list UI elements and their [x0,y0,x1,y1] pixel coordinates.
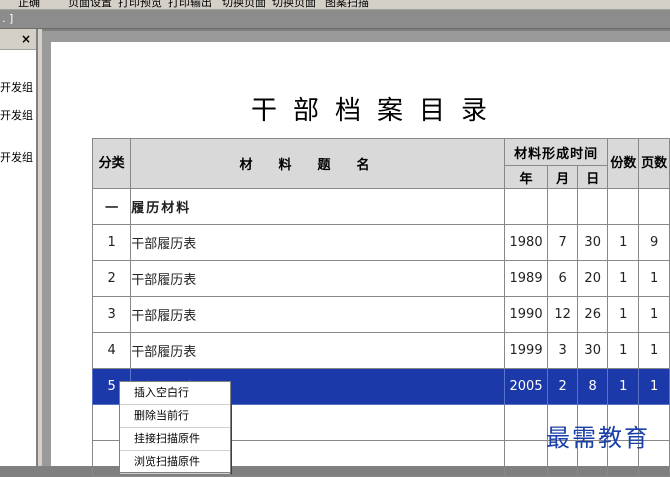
sidebar-item-dev-group[interactable]: 开发组 [0,79,36,95]
row-day[interactable]: 8 [576,368,609,405]
table-cell[interactable] [503,188,549,225]
header-year: 年 [503,165,549,189]
row-title[interactable]: 干部履历表 [130,332,505,369]
top-toolbar: 正确 页面设置 打印预览 打印输出 切换页面 切换页面 图案扫描 [0,0,670,10]
toolbar-item-print-preview[interactable]: 打印预览 [118,0,162,9]
context-menu: 插入空白行 删除当前行 挂接扫描原件 浏览扫描原件 [119,381,231,474]
row-day[interactable]: 30 [576,332,609,369]
menu-item-insert-blank-row[interactable]: 插入空白行 [120,382,230,405]
row-pages[interactable]: 1 [638,296,670,333]
table-row[interactable]: 2 干部履历表 1989 6 20 1 1 [91,260,670,297]
header-pages: 页数 [638,138,670,189]
row-month[interactable]: 12 [547,296,578,333]
toolbar-item-print-output[interactable]: 打印输出 [168,0,212,9]
row-year[interactable]: 1990 [503,296,549,333]
table-cell[interactable] [576,188,609,225]
row-no: 2 [91,260,132,297]
row-copies[interactable]: 1 [607,224,640,261]
row-copies[interactable]: 1 [607,260,640,297]
section-row[interactable]: 一 履历材料 [91,188,670,225]
row-year[interactable]: 2005 [503,368,549,405]
row-month[interactable]: 2 [547,368,578,405]
row-year[interactable]: 1989 [503,260,549,297]
page-title: 干部档案目录 [251,96,504,126]
row-year[interactable]: 1980 [503,224,549,261]
toolbar-item-scan[interactable]: 图案扫描 [325,0,369,9]
row-day[interactable]: 20 [576,260,609,297]
toolbar-item-switch-page-2[interactable]: 切换页面 [272,0,316,9]
row-copies[interactable]: 1 [607,296,640,333]
row-pages[interactable]: 1 [638,260,670,297]
table-cell[interactable] [503,404,549,441]
sidebar-item-dev-group[interactable]: 开发组 [0,107,36,123]
close-icon[interactable]: × [19,32,33,46]
row-day[interactable]: 30 [576,224,609,261]
section-number: 一 [91,188,132,225]
table-cell[interactable] [503,440,549,477]
row-copies[interactable]: 1 [607,332,640,369]
row-month[interactable]: 3 [547,332,578,369]
toolbar-item[interactable]: 正确 [18,0,40,9]
row-title[interactable]: 干部履历表 [130,296,505,333]
section-title: 履历材料 [130,188,505,225]
header-day: 日 [576,165,609,189]
table-cell[interactable] [607,188,640,225]
row-title[interactable]: 干部履历表 [130,260,505,297]
header-material-title: 材料题名 [130,138,505,189]
row-day[interactable]: 26 [576,296,609,333]
row-title[interactable]: 干部履历表 [130,224,505,261]
toolbar-item-page-setup[interactable]: 页面设置 [68,0,112,9]
sidebar-panel: × 开发组 开发组 开发组 [0,29,38,466]
titlebar-glyph: . ] [2,12,14,25]
row-no: 4 [91,332,132,369]
document-titlebar: . ] [0,10,670,29]
table-row[interactable]: 3 干部履历表 1990 12 26 1 1 [91,296,670,333]
table-row[interactable]: 1 干部履历表 1980 7 30 1 9 [91,224,670,261]
row-pages[interactable]: 1 [638,368,670,405]
row-no: 3 [91,296,132,333]
toolbar-item-switch-page[interactable]: 切换页面 [222,0,266,9]
table-row[interactable]: 4 干部履历表 1999 3 30 1 1 [91,332,670,369]
menu-item-browse-scan[interactable]: 浏览扫描原件 [120,451,230,474]
header-month: 月 [547,165,578,189]
menu-item-attach-scan[interactable]: 挂接扫描原件 [120,428,230,451]
watermark-text: 最需教育 [546,424,650,452]
sidebar-item-dev-group[interactable]: 开发组 [0,149,36,165]
row-copies[interactable]: 1 [607,368,640,405]
row-pages[interactable]: 1 [638,332,670,369]
row-no: 1 [91,224,132,261]
table-cell[interactable] [638,188,670,225]
menu-item-delete-current-row[interactable]: 删除当前行 [120,405,230,428]
header-category: 分类 [91,138,132,189]
table-cell[interactable] [547,188,578,225]
header-formation-time: 材料形成时间 [503,138,609,166]
row-year[interactable]: 1999 [503,332,549,369]
row-month[interactable]: 6 [547,260,578,297]
sidebar-header: × [0,29,36,50]
row-pages[interactable]: 9 [638,224,670,261]
row-month[interactable]: 7 [547,224,578,261]
header-copies: 份数 [607,138,640,189]
